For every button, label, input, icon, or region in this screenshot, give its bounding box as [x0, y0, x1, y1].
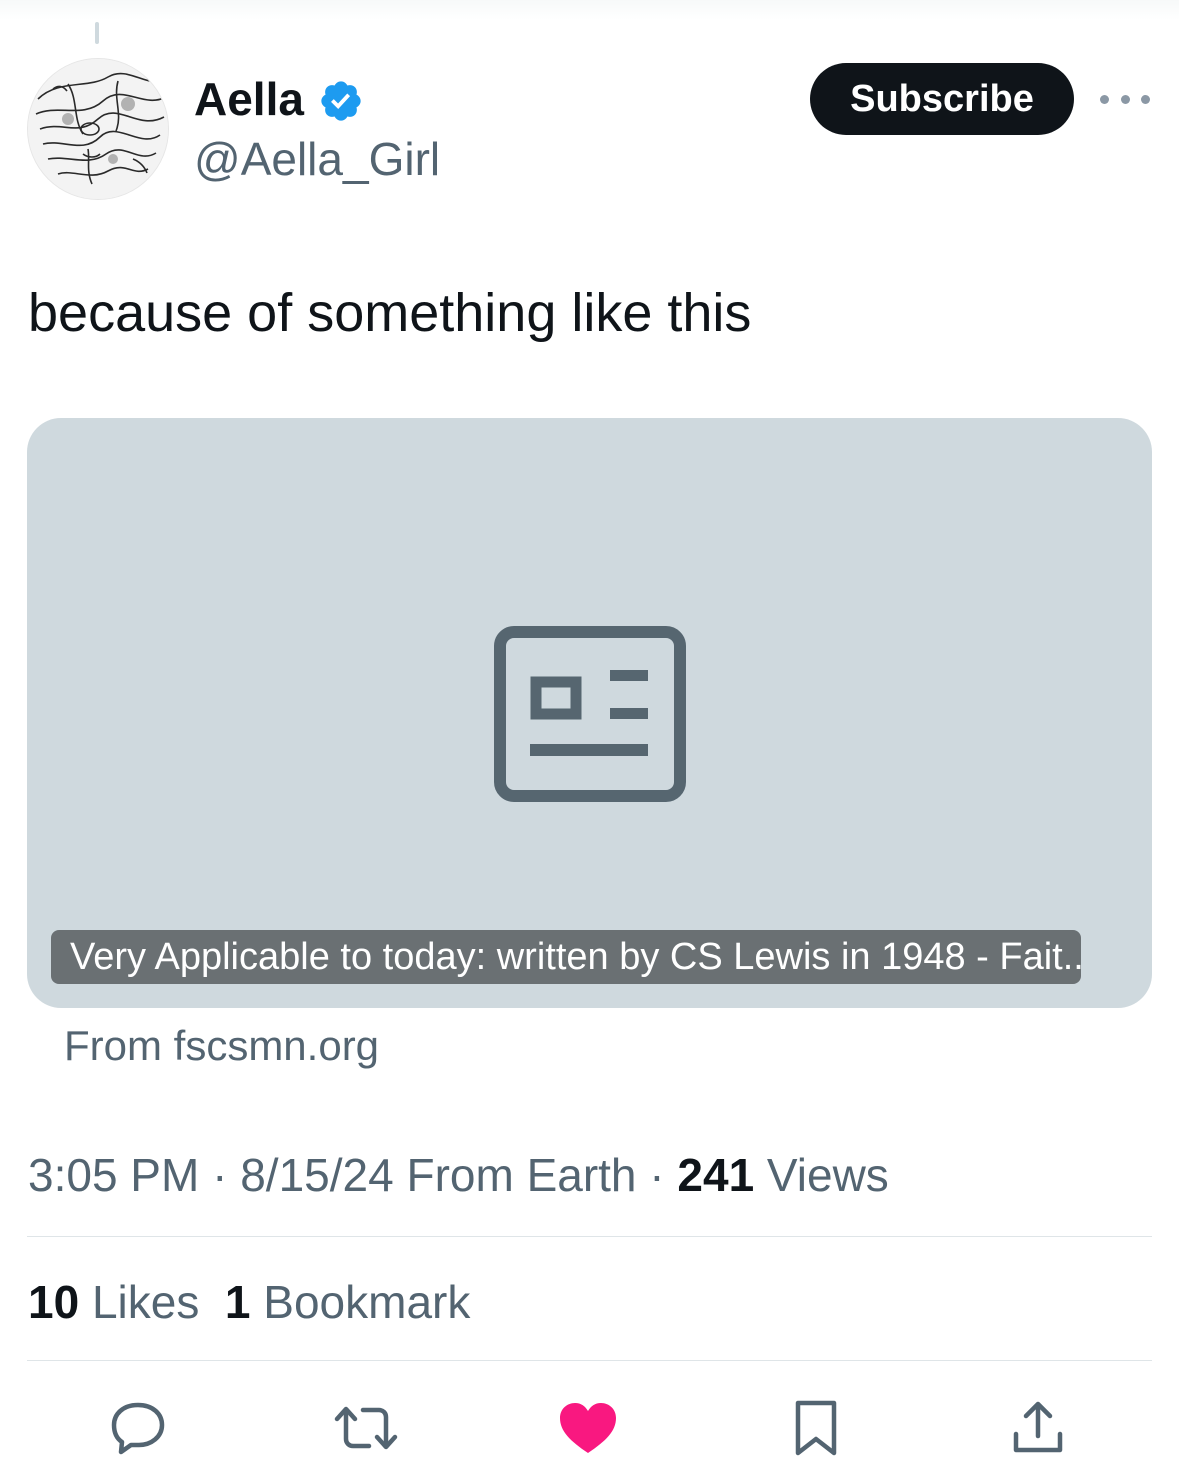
more-dots-icon[interactable] [1100, 84, 1150, 114]
divider [27, 1360, 1152, 1361]
likes-label: Likes [79, 1276, 200, 1328]
reply-button[interactable] [108, 1398, 168, 1458]
likes-stat[interactable]: 10 Likes [28, 1276, 199, 1328]
verified-badge-icon[interactable] [318, 78, 364, 124]
author-handle[interactable]: @Aella_Girl [194, 132, 440, 186]
views-label: Views [754, 1149, 889, 1201]
likes-count: 10 [28, 1276, 80, 1328]
views-count: 241 [677, 1149, 755, 1201]
author-display-name[interactable]: Aella [194, 72, 304, 126]
tweet-text: because of something like this [28, 283, 752, 343]
dot [1141, 94, 1150, 104]
share-button[interactable] [1008, 1398, 1068, 1458]
tweet-meta: 3:05 PM · 8/15/24 From Earth · 241 Views [28, 1148, 889, 1202]
link-source[interactable]: From fscsmn.org [64, 1022, 379, 1070]
share-icon [1013, 1401, 1063, 1453]
bookmarks-label: Bookmark [250, 1276, 471, 1328]
divider [27, 1236, 1152, 1237]
repost-icon [334, 1406, 398, 1450]
bookmark-icon [795, 1400, 837, 1456]
avatar[interactable] [27, 58, 169, 200]
like-heart-icon [560, 1403, 616, 1453]
dot [1120, 94, 1130, 104]
link-card-title[interactable]: Very Applicable to today: written by CS … [51, 930, 1081, 984]
bookmark-button[interactable] [786, 1398, 846, 1458]
dot [1100, 94, 1109, 104]
reply-icon [111, 1402, 165, 1455]
bookmarks-count: 1 [224, 1276, 251, 1328]
meta-separator: · [636, 1149, 678, 1201]
like-button[interactable] [558, 1398, 618, 1458]
meta-separator: · [199, 1149, 241, 1201]
top-fade [0, 0, 1179, 20]
subscribe-button[interactable]: Subscribe [810, 63, 1074, 135]
tweet-time[interactable]: 3:05 PM [28, 1149, 199, 1201]
thread-connector-line [95, 22, 99, 44]
article-icon [494, 626, 686, 802]
bookmarks-stat[interactable]: 1 Bookmark [225, 1276, 470, 1328]
tweet-stats: 10 Likes 1 Bookmark [28, 1275, 470, 1329]
tweet-location: From Earth [393, 1149, 637, 1201]
avatar-sketch-image [28, 59, 168, 199]
tweet-date[interactable]: 8/15/24 [240, 1149, 393, 1201]
repost-button[interactable] [333, 1398, 399, 1458]
